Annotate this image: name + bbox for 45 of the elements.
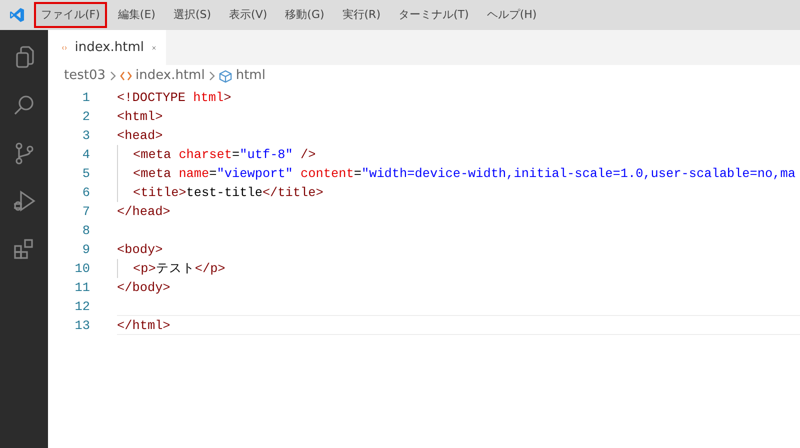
code-line: <p>テスト</p> — [133, 261, 226, 276]
code-line: <head> — [117, 128, 163, 143]
code-line: </html> — [117, 318, 170, 333]
chevron-icon — [208, 71, 215, 81]
menu-item[interactable]: ヘルプ(H) — [480, 2, 544, 28]
line-number: 13 — [74, 317, 90, 335]
cube-icon — [218, 70, 232, 82]
code-line: <!DOCTYPE html> — [117, 90, 232, 105]
extensions-icon[interactable] — [12, 237, 36, 261]
code-line: <meta name="viewport" content="width=device-width,initial-scale=1.0,user-scalable=no,ma — [133, 166, 796, 181]
breadcrumb-item[interactable]: html — [236, 66, 266, 86]
tab-label: index.html — [74, 38, 144, 57]
menu-item[interactable]: ターミナル(T) — [392, 2, 476, 28]
code-line: <body> — [117, 242, 163, 257]
line-number: 4 — [81, 146, 90, 164]
line-number: 6 — [81, 184, 90, 202]
line-number: 3 — [81, 127, 90, 145]
breadcrumb-item[interactable]: test03 — [64, 66, 106, 86]
line-number: 10 — [74, 260, 90, 278]
code-line: <meta charset="utf-8" /> — [133, 147, 316, 162]
code-file-icon — [120, 71, 132, 81]
menu-item[interactable]: 選択(S) — [166, 2, 218, 28]
menu-item[interactable]: 表示(V) — [222, 2, 274, 28]
code-line: <title>test-title</title> — [133, 185, 324, 200]
code-line: <html> — [117, 109, 163, 124]
app-logo-icon — [9, 7, 25, 23]
line-number: 1 — [81, 89, 90, 107]
menu-item[interactable]: 編集(E) — [110, 2, 162, 28]
line-number: 11 — [74, 279, 90, 297]
chevron-icon — [110, 71, 116, 81]
line-number: 12 — [74, 298, 90, 316]
line-number: 9 — [81, 241, 90, 259]
line-number: 8 — [81, 222, 90, 240]
line-number: 5 — [81, 165, 90, 183]
line-number: 7 — [81, 203, 90, 221]
code-line: </head> — [117, 204, 170, 219]
search-icon[interactable] — [12, 93, 36, 117]
breadcrumb-item[interactable]: index.html — [136, 66, 205, 86]
code-line: </body> — [117, 280, 170, 295]
run-debug-icon[interactable] — [12, 189, 36, 213]
menu-item[interactable]: ファイル(F) — [34, 2, 107, 28]
editor-tab[interactable]: index.html — [48, 30, 166, 65]
menu-item[interactable]: 移動(G) — [278, 2, 332, 28]
menu-item[interactable]: 実行(R) — [335, 2, 388, 28]
line-number: 2 — [81, 108, 90, 126]
